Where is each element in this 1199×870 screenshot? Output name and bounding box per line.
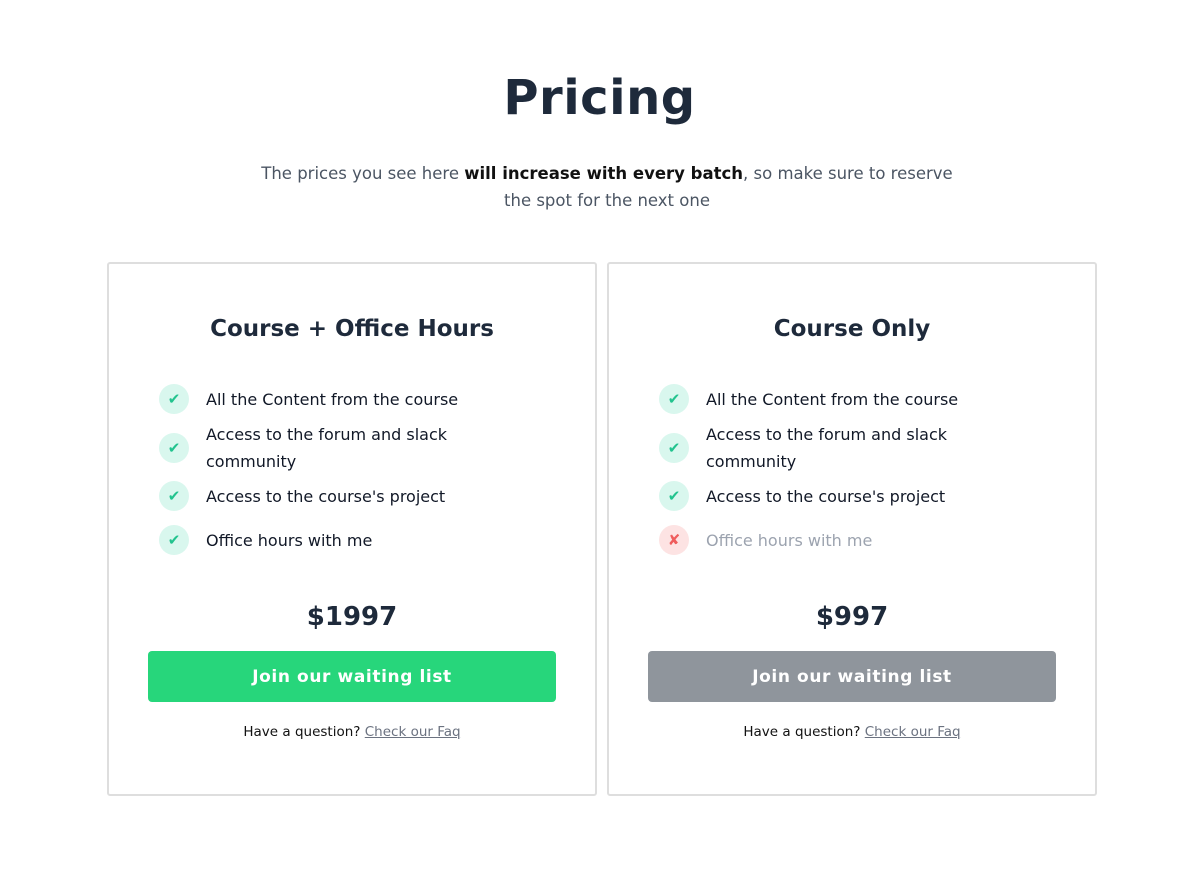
check-icon: ✔	[159, 525, 189, 555]
faq-prompt: Have a question? Check our Faq	[109, 724, 595, 740]
feature-list: ✔ All the Content from the course ✔ Acce…	[659, 382, 1039, 557]
check-icon: ✔	[659, 433, 689, 463]
faq-link[interactable]: Check our Faq	[865, 724, 961, 740]
check-icon: ✔	[159, 433, 189, 463]
feature-item: ✔ Access to the forum and slack communit…	[659, 421, 1039, 475]
check-icon: ✔	[159, 384, 189, 414]
feature-item: ✔ Access to the forum and slack communit…	[159, 421, 539, 475]
feature-text: Access to the course's project	[206, 486, 446, 506]
faq-prefix: Have a question?	[243, 724, 361, 740]
faq-link[interactable]: Check our Faq	[365, 724, 461, 740]
feature-item: ✔ Access to the course's project	[659, 479, 1039, 513]
pricing-cards: Course + Office Hours ✔ All the Content …	[107, 262, 1098, 796]
feature-item: ✔ Access to the course's project	[159, 479, 539, 513]
subtitle-emphasis: will increase with every batch	[464, 164, 744, 183]
faq-prompt: Have a question? Check our Faq	[609, 724, 1095, 740]
feature-text: Access to the course's project	[706, 486, 946, 506]
feature-item-excluded: ✘ Office hours with me	[659, 523, 1039, 557]
join-waiting-list-button[interactable]: Join our waiting list	[148, 651, 556, 702]
feature-list: ✔ All the Content from the course ✔ Acce…	[159, 382, 539, 557]
feature-text: Access to the forum and slack community	[706, 425, 947, 471]
feature-text: Office hours with me	[706, 530, 873, 550]
subtitle-text-before: The prices you see here	[261, 164, 465, 183]
join-waiting-list-button[interactable]: Join our waiting list	[648, 651, 1056, 702]
feature-text: Office hours with me	[206, 530, 373, 550]
check-icon: ✔	[659, 384, 689, 414]
pricing-card-course-office-hours: Course + Office Hours ✔ All the Content …	[107, 262, 597, 796]
feature-text: All the Content from the course	[206, 389, 459, 409]
cross-icon: ✘	[659, 525, 689, 555]
check-icon: ✔	[659, 481, 689, 511]
feature-item: ✔ Office hours with me	[159, 523, 539, 557]
check-icon: ✔	[159, 481, 189, 511]
plan-title: Course + Office Hours	[210, 316, 494, 342]
faq-prefix: Have a question?	[743, 724, 861, 740]
page-title: Pricing	[503, 70, 696, 126]
feature-text: Access to the forum and slack community	[206, 425, 447, 471]
plan-price: $997	[815, 602, 889, 632]
page-subtitle: The prices you see here will increase wi…	[250, 160, 964, 214]
plan-title: Course Only	[773, 316, 931, 342]
plan-price: $1997	[306, 602, 398, 632]
feature-item: ✔ All the Content from the course	[659, 382, 1039, 416]
feature-item: ✔ All the Content from the course	[159, 382, 539, 416]
feature-text: All the Content from the course	[706, 389, 959, 409]
pricing-card-course-only: Course Only ✔ All the Content from the c…	[607, 262, 1097, 796]
